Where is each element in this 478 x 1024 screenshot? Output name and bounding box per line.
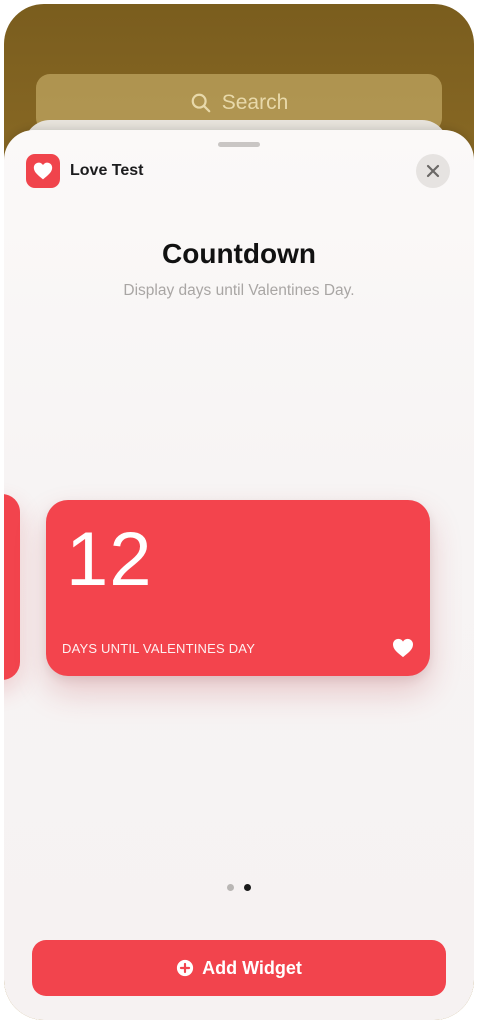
phone-screen: Search Love Test Countdown Display days … <box>4 4 474 1020</box>
previous-widget-preview[interactable] <box>4 494 20 680</box>
heart-icon <box>393 638 413 658</box>
page-indicator[interactable] <box>4 884 474 891</box>
page-dot-1[interactable] <box>227 884 234 891</box>
days-count: 12 <box>66 517 153 602</box>
search-icon <box>191 93 211 113</box>
app-header: Love Test <box>26 154 144 188</box>
plus-circle-icon <box>176 959 194 977</box>
page-dot-2-active[interactable] <box>244 884 251 891</box>
app-icon <box>26 154 60 188</box>
close-button[interactable] <box>416 154 450 188</box>
widget-gallery-sheet: Love Test Countdown Display days until V… <box>4 130 474 1020</box>
countdown-widget-preview[interactable]: 12 DAYS UNTIL VALENTINES DAY <box>46 500 430 676</box>
search-placeholder: Search <box>221 91 289 114</box>
sheet-grabber[interactable] <box>218 142 260 147</box>
widget-description: Display days until Valentines Day. <box>123 282 355 299</box>
app-name: Love Test <box>70 162 144 179</box>
add-widget-button[interactable]: Add Widget <box>32 940 446 996</box>
days-caption: DAYS UNTIL VALENTINES DAY <box>62 641 256 656</box>
widget-title: Countdown <box>162 238 316 269</box>
add-widget-label: Add Widget <box>202 957 302 978</box>
close-icon <box>426 164 440 178</box>
heart-icon <box>33 162 53 180</box>
